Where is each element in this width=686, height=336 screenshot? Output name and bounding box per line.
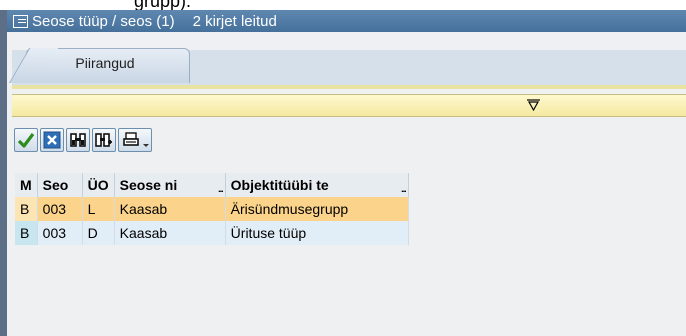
find-next-button[interactable] xyxy=(92,128,116,152)
window-left-border xyxy=(0,10,7,336)
restrictions-expand-bar[interactable] xyxy=(12,94,686,117)
tab-content-border xyxy=(12,85,686,89)
column-header-seose-nimi[interactable]: Seose ni... xyxy=(114,173,226,197)
printer-icon xyxy=(123,132,139,146)
expand-down-arrow-icon[interactable] xyxy=(527,99,540,111)
cell-seo[interactable]: 003 xyxy=(37,221,83,245)
cell-objektituubi-tekst[interactable]: Ürituse tüüp xyxy=(225,221,409,245)
cell-uo[interactable]: D xyxy=(82,221,115,245)
print-dropdown-arrow-icon[interactable] xyxy=(143,144,149,147)
accept-button[interactable] xyxy=(14,128,38,152)
tab-piirangud-label: Piirangud xyxy=(75,55,135,71)
column-header-label: Objektitüübi te xyxy=(230,177,329,193)
checkmark-icon xyxy=(17,133,35,148)
binoculars-icon xyxy=(70,133,86,147)
column-header-m[interactable]: M xyxy=(15,173,38,197)
cell-seo[interactable]: 003 xyxy=(37,197,83,221)
results-table: M Seo ÜO Seose ni... Objektitüübi te... … xyxy=(15,173,409,245)
column-header-label: Seose ni xyxy=(119,177,178,193)
close-icon xyxy=(43,131,61,149)
dialog-title-bar[interactable]: Seose tüüp / seos (1) 2 kirjet leitud xyxy=(7,10,686,32)
cell-seose-nimi[interactable]: Kaasab xyxy=(114,197,226,221)
cell-seose-nimi[interactable]: Kaasab xyxy=(114,221,226,245)
grid-toolbar xyxy=(14,128,152,156)
truncation-dots: ... xyxy=(218,184,223,194)
cell-uo[interactable]: L xyxy=(82,197,115,221)
find-button[interactable] xyxy=(66,128,90,152)
window-menu-icon[interactable] xyxy=(13,14,28,28)
column-header-seo[interactable]: Seo xyxy=(37,173,83,197)
print-button[interactable] xyxy=(118,128,152,152)
binoculars-plus-icon xyxy=(95,133,112,147)
records-found-text: 2 kirjet leitud xyxy=(192,12,277,30)
table-row[interactable]: B 003 D Kaasab Ürituse tüüp xyxy=(15,221,409,245)
cell-m[interactable]: B xyxy=(15,197,38,221)
dialog-title: Seose tüüp / seos (1) xyxy=(32,12,175,30)
cell-m[interactable]: B xyxy=(15,221,38,245)
column-header-uo[interactable]: ÜO xyxy=(82,173,115,197)
cancel-button[interactable] xyxy=(40,128,64,152)
cell-objektituubi-tekst[interactable]: Ärisündmusegrupp xyxy=(225,197,409,221)
table-row[interactable]: B 003 L Kaasab Ärisündmusegrupp xyxy=(15,197,409,221)
table-header-row: M Seo ÜO Seose ni... Objektitüübi te... xyxy=(15,173,409,197)
column-header-objektituubi-tekst[interactable]: Objektitüübi te... xyxy=(225,173,409,197)
truncation-dots: ... xyxy=(401,184,406,194)
